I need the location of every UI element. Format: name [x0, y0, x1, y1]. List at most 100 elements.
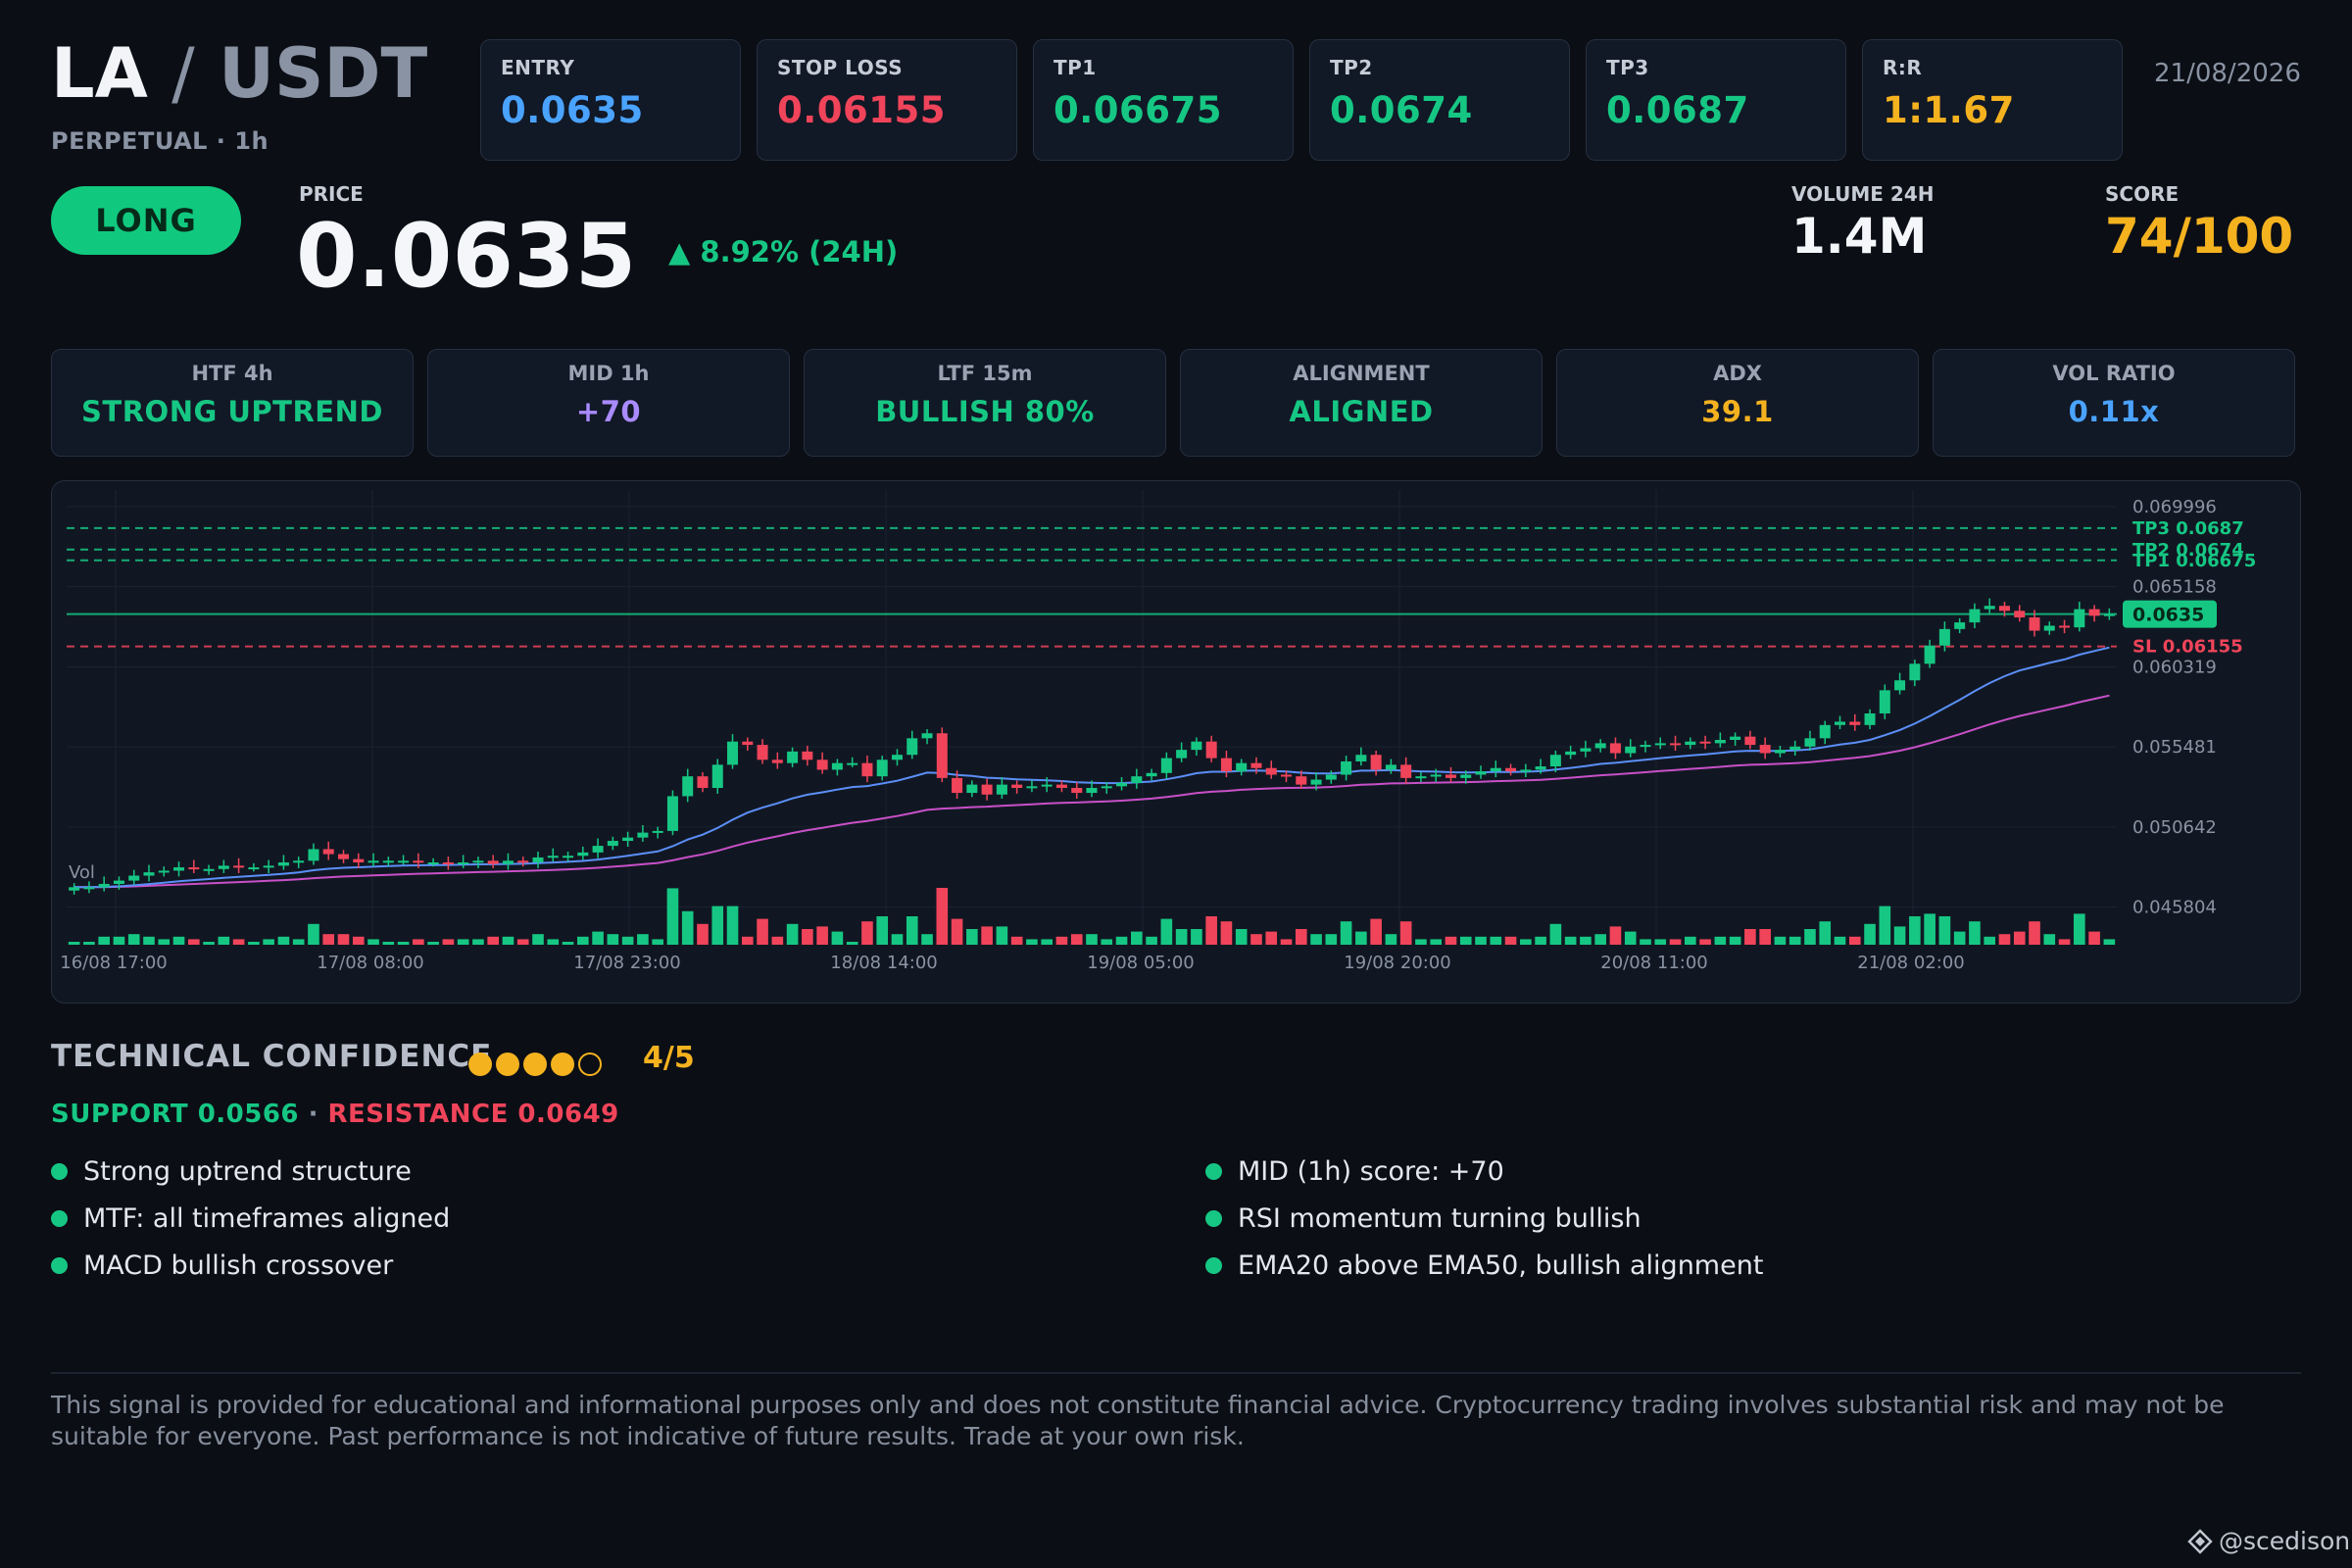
candle-body: [682, 776, 694, 797]
volume-bar: [1788, 936, 1801, 945]
volume-bar: [1774, 936, 1787, 945]
volume-bar: [1101, 939, 1113, 945]
pair-quote: USDT: [219, 33, 428, 114]
candle-body: [1430, 774, 1442, 777]
candle-body: [1071, 788, 1083, 794]
volume-bar: [516, 939, 529, 945]
volume-label: Vol: [69, 862, 95, 883]
indicator-mid: MID 1h +70: [427, 349, 790, 457]
candle-body: [1116, 782, 1128, 787]
volume-bar: [2103, 939, 2116, 945]
volume-bar: [1146, 936, 1157, 945]
volume-bar: [1340, 921, 1352, 945]
candle-body: [1909, 663, 1921, 681]
volume-bar: [1385, 934, 1397, 945]
y-tick-label: 0.069996: [2132, 497, 2217, 517]
candle-body: [502, 860, 514, 864]
direction-badge: LONG: [51, 186, 241, 255]
volume-bar: [637, 934, 649, 945]
volume-bar: [1086, 934, 1098, 945]
volume-bar: [143, 936, 155, 945]
volume-bar: [621, 936, 634, 945]
volume-bar: [1041, 939, 1053, 945]
candle-body: [592, 846, 604, 853]
candle-body: [1460, 774, 1472, 778]
volume-bar: [1879, 906, 1891, 945]
candle-body: [1849, 721, 1861, 725]
stat-label: TP3: [1606, 56, 1649, 79]
reason-text: EMA20 above EMA50, bullish alignment: [1238, 1250, 1764, 1281]
signal-date: 21/08/2026: [2154, 59, 2301, 88]
y-tick-label: 0.060319: [2132, 657, 2217, 677]
volume-label: VOLUME 24H: [1791, 182, 1935, 206]
stat-entry: ENTRY 0.0635: [480, 39, 741, 161]
volume-bar: [1759, 929, 1771, 945]
volume-bar: [861, 921, 873, 945]
confidence-dot-filled: [468, 1053, 492, 1076]
candle-body: [1146, 772, 1157, 777]
x-tick-label: 21/08 02:00: [1857, 953, 1964, 973]
candle-body: [2014, 611, 2026, 618]
market-subtitle: PERPETUAL · 1h: [51, 127, 270, 155]
candle-body: [263, 865, 274, 868]
candle-body: [1205, 741, 1217, 759]
volume-bar: [1609, 926, 1622, 945]
indicator-label: VOL RATIO: [2052, 362, 2176, 385]
volume-bar: [487, 936, 499, 945]
sr-separator: ·: [299, 1100, 328, 1129]
confidence-dot-empty: [578, 1053, 602, 1076]
candle-body: [2059, 625, 2071, 628]
candle-body: [1984, 606, 1995, 610]
indicator-value: STRONG UPTREND: [81, 395, 383, 428]
volume-bar: [1909, 916, 1921, 945]
candle-body: [1385, 764, 1396, 770]
candle-body: [218, 865, 229, 869]
volume-bar: [1893, 926, 1906, 945]
volume-bar: [1969, 921, 1981, 945]
support-level: SUPPORT 0.0566: [51, 1100, 300, 1129]
entry-tag-label: 0.0635: [2132, 605, 2204, 626]
candle-body: [83, 887, 95, 890]
volume-bar: [337, 934, 350, 945]
candle-body: [1296, 776, 1307, 785]
candle-body: [1041, 784, 1053, 787]
candle-body: [173, 867, 185, 871]
candle-body: [1998, 606, 2010, 612]
candle-body: [1055, 784, 1067, 788]
price-value: 0.0635: [296, 205, 637, 308]
candle-body: [1954, 622, 1966, 629]
candle-body: [1281, 774, 1293, 777]
x-tick-label: 17/08 23:00: [573, 953, 680, 973]
bullet-icon: [1205, 1163, 1222, 1180]
candle-body: [353, 858, 365, 862]
candle-body: [1236, 762, 1248, 772]
candle-body: [1730, 736, 1741, 741]
candle-body: [2029, 617, 2040, 631]
volume-bar: [816, 926, 828, 945]
score-value: 74/100: [2105, 208, 2294, 265]
candle-body: [742, 741, 754, 746]
candle-body: [1654, 743, 1666, 746]
y-tick-label: 0.065158: [2132, 577, 2217, 598]
candle-body: [996, 784, 1007, 795]
candle-body: [1835, 721, 1846, 725]
candle-body: [2074, 609, 2085, 628]
candle-body: [697, 776, 709, 788]
candle-body: [1894, 680, 1906, 691]
volume-bar: [1669, 939, 1682, 945]
volume-bar: [1325, 934, 1338, 945]
diamond-logo-icon: [2187, 1528, 2213, 1554]
volume-bar: [697, 923, 709, 945]
candle-body: [1744, 736, 1756, 746]
candle-body: [622, 837, 634, 842]
candle-body: [1938, 628, 1950, 646]
candle-body: [113, 880, 124, 884]
volume-bar: [1160, 918, 1173, 945]
candle-body: [1101, 786, 1112, 789]
candle-body: [1594, 743, 1606, 749]
indicator-value: +70: [575, 395, 642, 428]
confidence-dot-filled: [551, 1053, 574, 1076]
volume-bar: [1744, 929, 1756, 945]
stat-label: ENTRY: [501, 56, 575, 79]
indicator-label: MID 1h: [567, 362, 650, 385]
